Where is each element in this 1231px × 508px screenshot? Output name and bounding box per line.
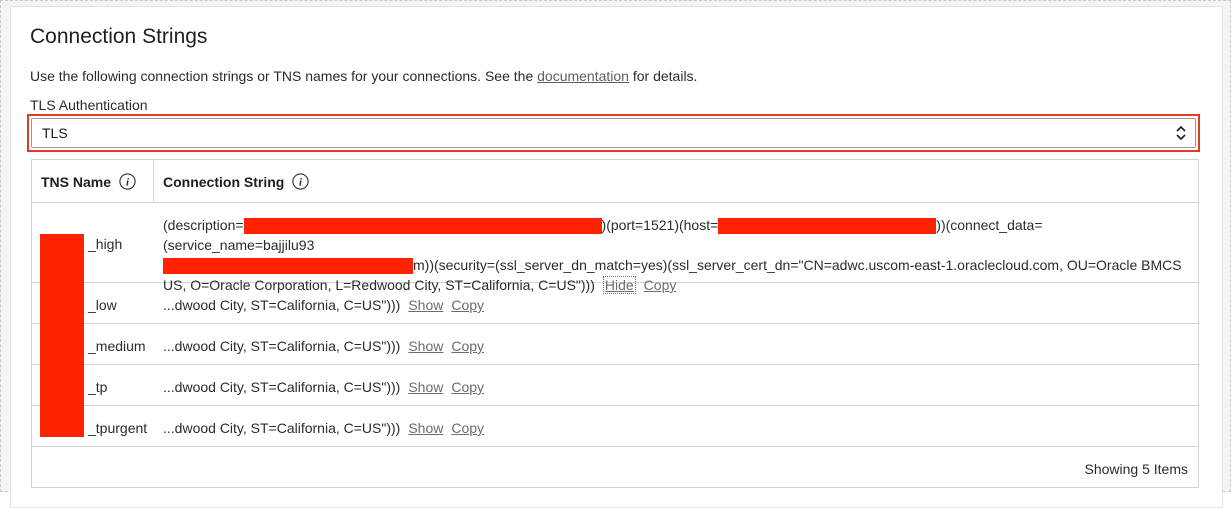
cs-text: ...dwood City, ST=California, C=US"))) [163, 420, 401, 436]
cs-text: ...dwood City, ST=California, C=US"))) [163, 297, 401, 313]
table-row: _low ...dwood City, ST=California, C=US"… [32, 283, 1198, 324]
description-prefix: Use the following connection strings or … [30, 68, 538, 84]
copy-button[interactable]: Copy [451, 297, 484, 313]
header-connection-string: Connection String i [163, 173, 309, 190]
header-connection-string-label: Connection String [163, 173, 285, 190]
show-button[interactable]: Show [408, 420, 443, 436]
show-button[interactable]: Show [408, 338, 443, 354]
tls-authentication-select[interactable]: TLS [31, 118, 1196, 148]
table-row: _tp ...dwood City, ST=California, C=US")… [32, 365, 1198, 406]
cs-text: )(port=1521)(host= [601, 217, 719, 233]
header-divider [153, 160, 154, 202]
connection-string-truncated: ...dwood City, ST=California, C=US"))) Sh… [163, 297, 484, 313]
tns-name: _tp [88, 379, 108, 395]
connection-string-truncated: ...dwood City, ST=California, C=US"))) Sh… [163, 338, 484, 354]
tls-select-value: TLS [42, 125, 68, 141]
description: Use the following connection strings or … [30, 68, 697, 84]
table-header: TNS Name i Connection String i [32, 160, 1198, 203]
tns-name: _medium [88, 338, 146, 354]
table-row: _medium ...dwood City, ST=California, C=… [32, 324, 1198, 365]
header-tns-name-label: TNS Name [41, 173, 112, 190]
info-icon[interactable]: i [292, 173, 309, 190]
connection-strings-table: TNS Name i Connection String i _high (de… [31, 159, 1199, 488]
show-button[interactable]: Show [408, 297, 443, 313]
copy-button[interactable]: Copy [451, 379, 484, 395]
table-row: _high (description=)(port=1521)(host=))(… [32, 203, 1198, 294]
tls-authentication-label: TLS Authentication [30, 97, 148, 113]
chevron-up-down-icon [1176, 125, 1186, 141]
tns-redaction-block [40, 234, 84, 437]
connection-string-truncated: ...dwood City, ST=California, C=US"))) Sh… [163, 420, 484, 436]
documentation-link[interactable]: documentation [537, 68, 629, 84]
copy-button[interactable]: Copy [451, 338, 484, 354]
cs-text: ...dwood City, ST=California, C=US"))) [163, 379, 401, 395]
description-suffix: for details. [628, 68, 698, 84]
tns-name: _low [88, 297, 117, 313]
redaction-block [243, 218, 602, 235]
tns-name: _tpurgent [88, 420, 148, 436]
show-button[interactable]: Show [408, 379, 443, 395]
copy-button[interactable]: Copy [451, 420, 484, 436]
header-tns-name: TNS Name i [41, 173, 136, 190]
cs-text: m))(security=(ssl_server_dn_match=yes)(s… [413, 257, 1182, 273]
svg-text:i: i [126, 177, 130, 189]
table-row: _tpurgent ...dwood City, ST=California, … [32, 406, 1198, 447]
items-count: Showing 5 Items [1084, 461, 1189, 477]
cs-text: (description= [163, 217, 244, 233]
redaction-block [163, 258, 413, 275]
svg-text:i: i [299, 177, 303, 189]
cs-text: ...dwood City, ST=California, C=US"))) [163, 338, 401, 354]
redaction-block [718, 218, 937, 235]
connection-string-truncated: ...dwood City, ST=California, C=US"))) Sh… [163, 379, 484, 395]
tns-name: _high [88, 236, 123, 252]
info-icon[interactable]: i [119, 173, 136, 190]
page-title: Connection Strings [30, 25, 208, 48]
